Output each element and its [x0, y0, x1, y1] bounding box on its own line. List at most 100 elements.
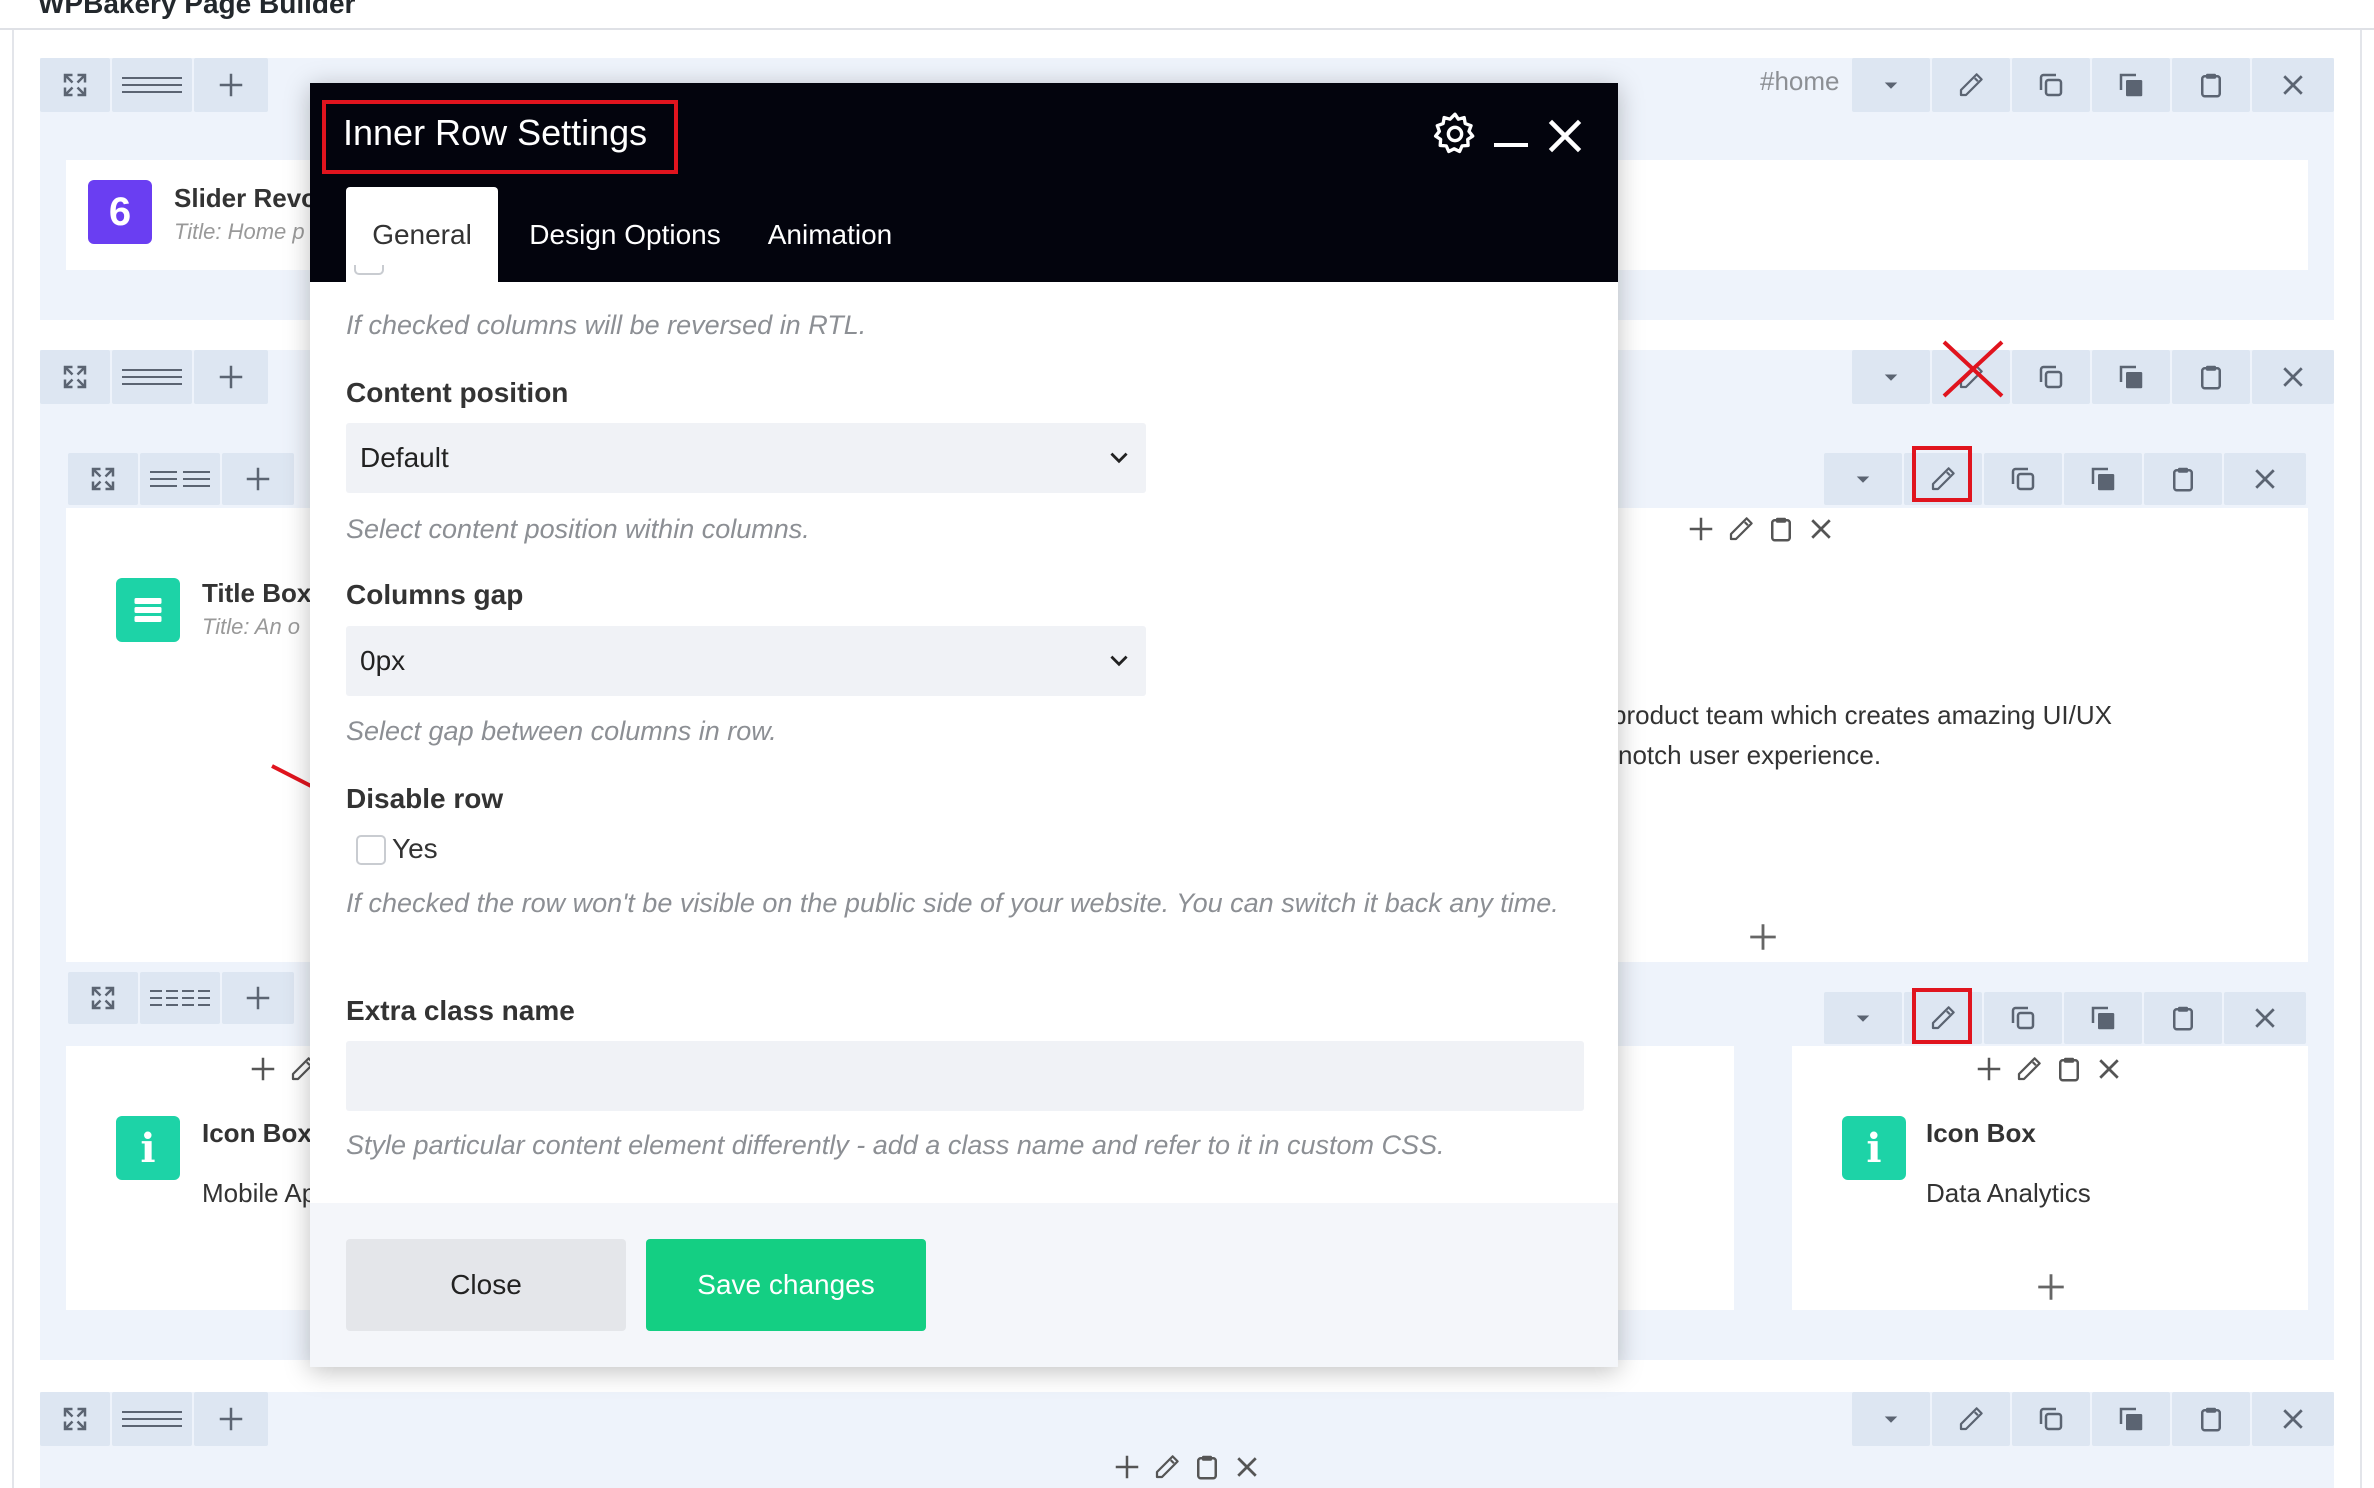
row-1-pencil-icon[interactable] — [1932, 58, 2010, 112]
row-2-clone-icon[interactable] — [2012, 350, 2090, 404]
inner-row-a-clone-icon[interactable] — [1984, 453, 2062, 505]
inner-row-a-delete-icon[interactable] — [2224, 453, 2306, 505]
plus-icon[interactable] — [248, 1054, 278, 1084]
delete-icon[interactable] — [1806, 514, 1836, 544]
row-3-copy-icon[interactable] — [2092, 1392, 2170, 1446]
inner-row-b-clone-icon[interactable] — [1984, 992, 2062, 1044]
extra-class-input[interactable] — [346, 1041, 1584, 1111]
icon-box-right-icon: i — [1842, 1116, 1906, 1180]
chevron-down-icon — [1106, 648, 1132, 674]
slider-title: Slider Revo — [174, 183, 318, 213]
disable-row-option[interactable]: Yes — [392, 833, 438, 865]
pencil-icon[interactable] — [1152, 1452, 1182, 1482]
row-3-pencil-icon[interactable] — [1932, 1392, 2010, 1446]
title-box-icon — [116, 578, 180, 642]
row-1-paste-icon[interactable] — [2172, 58, 2250, 112]
tab-animation[interactable]: Animation — [750, 187, 910, 282]
row-2-plus-icon[interactable] — [194, 350, 268, 404]
content-position-help: Select content position within columns. — [346, 514, 810, 544]
inner-row-b-drag-handle-icon[interactable] — [140, 972, 220, 1024]
icon-box-left-icon: i — [116, 1116, 180, 1180]
row-1-delete-icon[interactable] — [2252, 58, 2334, 112]
paste-icon[interactable] — [2054, 1054, 2084, 1084]
row-3-column-controls[interactable] — [1112, 1452, 1262, 1482]
row-3-plus-icon[interactable] — [194, 1392, 268, 1446]
row-1-dropdown-icon[interactable] — [1852, 58, 1930, 112]
delete-icon[interactable] — [1232, 1452, 1262, 1482]
modal-title: Inner Row Settings — [343, 112, 648, 153]
close-icon[interactable] — [1540, 111, 1590, 161]
row-1-clone-icon[interactable] — [2012, 58, 2090, 112]
row-3-paste-icon[interactable] — [2172, 1392, 2250, 1446]
inner-row-a-expand-icon[interactable] — [68, 453, 138, 505]
columns-gap-help: Select gap between columns in row. — [346, 716, 777, 746]
columns-gap-select[interactable]: 0px — [346, 626, 1146, 696]
columns-gap-label: Columns gap — [346, 579, 524, 610]
plus-icon[interactable] — [1974, 1054, 2004, 1084]
row-2-dropdown-icon[interactable] — [1852, 350, 1930, 404]
modal-header: Inner Row Settings General Design Option… — [310, 83, 1618, 282]
annotation-red-x — [1940, 338, 2006, 400]
row-2-paste-icon[interactable] — [2172, 350, 2250, 404]
inner-row-b-expand-icon[interactable] — [68, 972, 138, 1024]
icon-box-left-value: Mobile Ap — [202, 1178, 317, 1208]
close-button[interactable]: Close — [346, 1239, 626, 1331]
row-1-copy-icon[interactable] — [2092, 58, 2170, 112]
inner-row-a-copy-icon[interactable] — [2064, 453, 2142, 505]
row-2-expand-icon[interactable] — [40, 350, 110, 404]
column-a-add-icon[interactable] — [1746, 920, 1780, 959]
column-b-right-add-icon[interactable] — [2034, 1270, 2068, 1309]
rtl-checkbox[interactable] — [354, 265, 384, 275]
row-2-copy-icon[interactable] — [2092, 350, 2170, 404]
row-1-drag-handle-icon[interactable] — [112, 58, 192, 112]
icon-box-right-title: Icon Box — [1926, 1118, 2036, 1148]
row-1-plus-icon[interactable] — [194, 58, 268, 112]
annotation-red-box-pencil-b — [1912, 988, 1972, 1044]
inner-row-b-dropdown-icon[interactable] — [1824, 992, 1902, 1044]
disable-row-checkbox[interactable] — [356, 835, 386, 865]
extra-class-label: Extra class name — [346, 995, 575, 1026]
inner-row-a-dropdown-icon[interactable] — [1824, 453, 1902, 505]
chevron-down-icon — [1106, 445, 1132, 471]
row-2-drag-handle-icon[interactable] — [112, 350, 192, 404]
inner-row-b-plus-icon[interactable] — [222, 972, 294, 1024]
row-2-delete-icon[interactable] — [2252, 350, 2334, 404]
row-3-clone-icon[interactable] — [2012, 1392, 2090, 1446]
paste-icon[interactable] — [1766, 514, 1796, 544]
row-3-dropdown-icon[interactable] — [1852, 1392, 1930, 1446]
icon-box-right-value: Data Analytics — [1926, 1178, 2091, 1208]
column-a-controls[interactable] — [1686, 514, 1836, 544]
inner-row-b-delete-icon[interactable] — [2224, 992, 2306, 1044]
row-3-expand-icon[interactable] — [40, 1392, 110, 1446]
body-text-line-1: product team which creates amazing UI/UX — [1612, 700, 2112, 730]
body-text-line-2: notch user experience. — [1618, 740, 1882, 770]
gear-icon[interactable] — [1430, 109, 1480, 159]
minimize-icon[interactable] — [1494, 143, 1528, 147]
pencil-icon[interactable] — [1726, 514, 1756, 544]
builder-topbar: WPBakery Page Builder — [0, 0, 2374, 30]
delete-icon[interactable] — [2094, 1054, 2124, 1084]
tab-design-options[interactable]: Design Options — [520, 187, 730, 282]
columns-gap-value: 0px — [360, 645, 406, 676]
slider-subtitle: Title: Home p — [174, 219, 305, 244]
row-1-expand-icon[interactable] — [40, 58, 110, 112]
inner-row-b-paste-icon[interactable] — [2144, 992, 2222, 1044]
slider-revolution-icon: 6 — [88, 180, 152, 244]
inner-row-b-copy-icon[interactable] — [2064, 992, 2142, 1044]
paste-icon[interactable] — [1192, 1452, 1222, 1482]
plus-icon[interactable] — [1112, 1452, 1142, 1482]
inner-row-a-plus-icon[interactable] — [222, 453, 294, 505]
disable-row-help: If checked the row won't be visible on t… — [346, 888, 1559, 918]
pencil-icon[interactable] — [2014, 1054, 2044, 1084]
row-3-delete-icon[interactable] — [2252, 1392, 2334, 1446]
plus-icon[interactable] — [1686, 514, 1716, 544]
content-position-value: Default — [360, 442, 449, 473]
content-position-select[interactable]: Default — [346, 423, 1146, 493]
inner-row-a-drag-handle-icon[interactable] — [140, 453, 220, 505]
inner-row-a-paste-icon[interactable] — [2144, 453, 2222, 505]
save-changes-button[interactable]: Save changes — [646, 1239, 926, 1331]
row-1-anchor: #home — [1760, 66, 1840, 96]
column-b-left-controls[interactable] — [248, 1054, 318, 1084]
column-b-right-controls[interactable] — [1974, 1054, 2124, 1084]
row-3-drag-handle-icon[interactable] — [112, 1392, 192, 1446]
